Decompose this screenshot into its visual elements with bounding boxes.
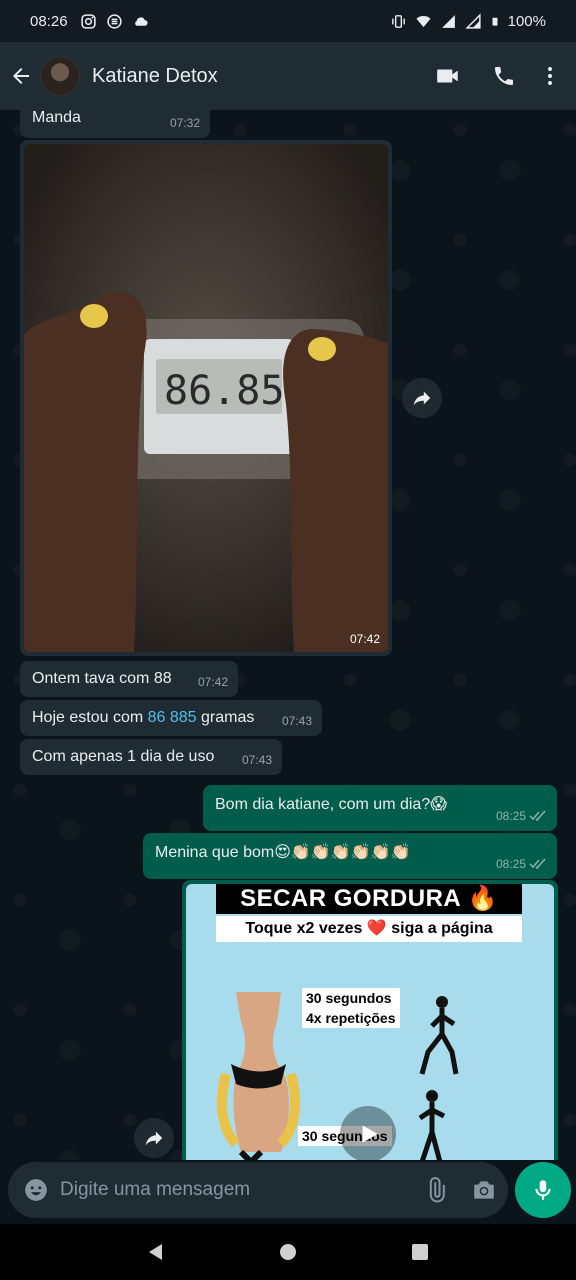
message-incoming[interactable]: Manda 07:32 [20, 110, 210, 138]
message-time: 07:42 [197, 675, 228, 689]
avatar[interactable] [40, 56, 80, 96]
video-thumbnail[interactable]: SECAR GORDURA 🔥 Toque x2 vezes ❤️ siga a… [186, 884, 554, 1160]
forward-button[interactable] [134, 1118, 174, 1158]
square-recents-icon [412, 1244, 428, 1260]
compose-field [8, 1162, 508, 1218]
message-text: Bom dia katiane, com um dia?😱 [215, 796, 447, 813]
message-time: 07:43 [241, 753, 272, 767]
microphone-icon [535, 1180, 551, 1200]
nav-recents-button[interactable] [396, 1228, 444, 1276]
triangle-back-icon [149, 1244, 162, 1260]
message-time: 07:43 [281, 714, 312, 728]
system-nav-bar [0, 1224, 576, 1280]
voice-call-button[interactable] [476, 48, 532, 104]
paperclip-icon [429, 1177, 445, 1203]
message-text: Ontem tava com 88 [32, 670, 172, 687]
photo-illustration: 86.85 [24, 144, 388, 652]
app-notification-icon [106, 13, 122, 29]
forward-icon [145, 1131, 163, 1146]
emoji-icon [25, 1179, 47, 1201]
video-message[interactable]: SECAR GORDURA 🔥 Toque x2 vezes ❤️ siga a… [182, 880, 558, 1160]
message-time: 07:32 [169, 116, 200, 130]
message-time: 08:25 [496, 854, 547, 874]
double-check-icon [529, 810, 546, 822]
message-outgoing[interactable]: Menina que bom😍👏🏻👏🏻👏🏻👏🏻👏🏻👏🏻 08:25 [143, 833, 557, 879]
svg-text:86.85: 86.85 [164, 368, 284, 414]
message-incoming[interactable]: Com apenas 1 dia de uso 07:43 [20, 739, 282, 775]
chat-header: Katiane Detox [0, 42, 576, 110]
signal-icon-2 [465, 12, 481, 29]
poster-text: 30 segundos 4x repetições [302, 988, 400, 1028]
attach-button[interactable] [412, 1177, 460, 1203]
play-button[interactable] [340, 1106, 396, 1160]
compose-bar [0, 1160, 576, 1224]
camera-button[interactable] [460, 1177, 508, 1203]
phone-icon [495, 67, 513, 85]
cloud-icon [134, 16, 148, 26]
signal-icon [441, 14, 455, 28]
message-text: Hoje estou com 86 885 gramas [32, 709, 255, 726]
more-options-button[interactable] [532, 48, 568, 104]
camera-icon [474, 1181, 494, 1199]
message-input[interactable] [60, 1179, 412, 1201]
message-incoming[interactable]: Ontem tava com 88 07:42 [20, 661, 238, 697]
circle-home-icon [280, 1244, 296, 1260]
voice-message-button[interactable] [515, 1162, 571, 1218]
vibrate-icon [391, 14, 405, 28]
wifi-icon [416, 15, 431, 27]
message-incoming[interactable]: Hoje estou com 86 885 gramas 07:43 [20, 700, 322, 736]
back-button[interactable] [2, 42, 40, 110]
forward-icon [413, 391, 431, 406]
message-time: 07:42 [349, 632, 380, 646]
battery-icon [492, 17, 498, 26]
video-call-button[interactable] [420, 48, 476, 104]
forward-button[interactable] [402, 378, 442, 418]
battery-level: 100% [507, 12, 546, 30]
play-icon [362, 1125, 378, 1143]
arrow-left-icon [13, 68, 29, 84]
scale-photo[interactable]: 86.85 07:42 [24, 144, 388, 652]
message-list[interactable]: Manda 07:32 86.85 07:42 Ontem tava com 8… [0, 110, 576, 1160]
message-time: 08:25 [496, 806, 547, 826]
message-text: Manda [32, 110, 81, 126]
status-time: 08:26 [30, 12, 68, 30]
double-check-icon [529, 858, 546, 870]
message-text: Menina que bom😍👏🏻👏🏻👏🏻👏🏻👏🏻👏🏻 [155, 844, 411, 861]
phone-number-link[interactable]: 86 885 [148, 709, 197, 726]
status-bar: 08:26 100% [0, 0, 576, 42]
contact-name[interactable]: Katiane Detox [92, 65, 218, 88]
nav-home-button[interactable] [264, 1228, 312, 1276]
more-vertical-icon [548, 67, 552, 85]
message-outgoing[interactable]: Bom dia katiane, com um dia?😱 08:25 [203, 785, 557, 831]
emoji-button[interactable] [12, 1177, 60, 1203]
nav-back-button[interactable] [132, 1228, 180, 1276]
message-text: Com apenas 1 dia de uso [32, 748, 215, 765]
instagram-icon [80, 13, 96, 29]
image-message[interactable]: 86.85 07:42 [20, 140, 392, 656]
video-camera-icon [437, 69, 458, 83]
